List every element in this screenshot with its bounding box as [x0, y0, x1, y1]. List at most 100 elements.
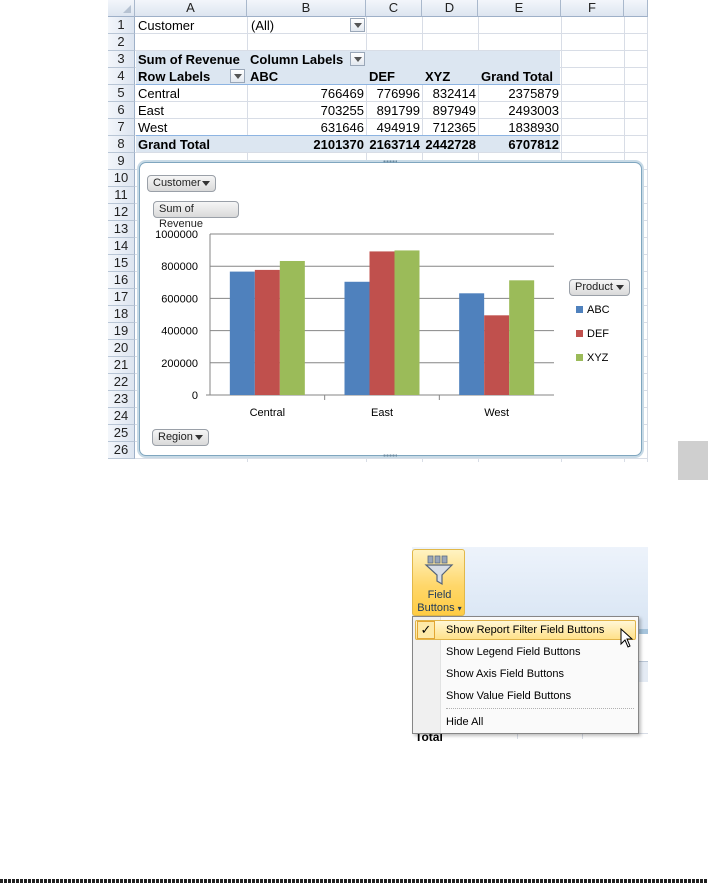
- legend-label: DEF: [587, 328, 609, 340]
- column-header-c[interactable]: C: [366, 0, 422, 17]
- table-cell: 897949: [432, 103, 476, 118]
- legend-item-abc: ABC: [576, 304, 610, 317]
- table-cell: 2375879: [508, 86, 559, 101]
- row-header[interactable]: 5: [108, 85, 135, 102]
- row-labels-header: Row Labels: [138, 69, 211, 84]
- menu-item-show-axis[interactable]: Show Axis Field Buttons: [446, 667, 564, 681]
- bar: [369, 251, 395, 395]
- row-header[interactable]: 21: [108, 357, 135, 374]
- row-header[interactable]: 1: [108, 17, 135, 34]
- menu-item-show-value[interactable]: Show Value Field Buttons: [446, 689, 571, 703]
- table-cell: 703255: [320, 103, 364, 118]
- row-header[interactable]: 7: [108, 119, 135, 136]
- field-buttons-label-line2: Buttons ▾: [413, 602, 466, 615]
- legend-swatch: [576, 354, 583, 361]
- menu-item-show-legend[interactable]: Show Legend Field Buttons: [446, 645, 581, 659]
- report-filter-value: (All): [251, 18, 275, 33]
- row-header[interactable]: 2: [108, 34, 135, 51]
- bar: [254, 269, 280, 395]
- row-header[interactable]: 15: [108, 255, 135, 272]
- row-header[interactable]: 16: [108, 272, 135, 289]
- report-filter-label: Customer: [138, 18, 195, 33]
- x-tick-label: Central: [250, 407, 285, 419]
- row-header[interactable]: 20: [108, 340, 135, 357]
- table-cell: 2493003: [508, 103, 559, 118]
- row-header[interactable]: 22: [108, 374, 135, 391]
- legend-swatch: [576, 306, 583, 313]
- bar: [484, 315, 510, 395]
- row-header[interactable]: 26: [108, 442, 135, 459]
- row-header[interactable]: 14: [108, 238, 135, 255]
- row-header[interactable]: 18: [108, 306, 135, 323]
- row-header[interactable]: 23: [108, 391, 135, 408]
- row-label-central: Central: [138, 86, 180, 101]
- table-cell: 891799: [376, 103, 420, 118]
- bar: [279, 260, 305, 395]
- bar: [459, 293, 485, 395]
- col-head-grand-total: Grand Total: [481, 69, 553, 84]
- row-header[interactable]: 10: [108, 170, 135, 187]
- table-cell: 766469: [320, 86, 364, 101]
- col-head-abc: ABC: [250, 69, 279, 84]
- table-cell: 2163714: [369, 137, 420, 152]
- row-header[interactable]: 13: [108, 221, 135, 238]
- row-label-west: West: [138, 120, 168, 135]
- pivot-chart[interactable]: Customer Sum of Revenue Product Region 0…: [139, 160, 642, 457]
- column-labels-dropdown[interactable]: [350, 52, 365, 66]
- row-header[interactable]: 24: [108, 408, 135, 425]
- field-buttons-button[interactable]: Field Buttons ▾: [412, 549, 465, 616]
- select-all-corner[interactable]: [108, 0, 135, 17]
- row-label-east: East: [138, 103, 165, 118]
- table-cell: 6707812: [508, 137, 559, 152]
- column-header-f[interactable]: F: [561, 0, 624, 17]
- side-tab: [678, 441, 708, 480]
- table-cell: 776996: [376, 86, 420, 101]
- bar: [509, 280, 535, 395]
- legend-item-def: DEF: [576, 328, 609, 341]
- y-tick-label: 400000: [161, 326, 198, 338]
- row-header[interactable]: 11: [108, 187, 135, 204]
- column-header-g[interactable]: [624, 0, 648, 17]
- row-header[interactable]: 9: [108, 153, 135, 170]
- chevron-down-icon: ▾: [457, 604, 462, 613]
- legend-label: ABC: [587, 304, 610, 316]
- pivot-table-sheet: A B C D E F 1 2 3 4 5 6 7 8 9 10 11 12 13 14 15 16 17 18 1…: [0, 0, 708, 462]
- table-cell: 2101370: [313, 137, 364, 152]
- legend-swatch: [576, 330, 583, 337]
- x-tick-label: West: [484, 407, 509, 419]
- column-header-a[interactable]: A: [135, 0, 247, 17]
- row-labels-dropdown[interactable]: [230, 69, 245, 83]
- table-cell: 2442728: [425, 137, 476, 152]
- row-header[interactable]: 25: [108, 425, 135, 442]
- table-cell: 1838930: [508, 120, 559, 135]
- page-bottom-rule: [0, 879, 708, 883]
- y-tick-label: 0: [192, 390, 198, 402]
- table-cell: 832414: [432, 86, 476, 101]
- menu-item-hide-all[interactable]: Hide All: [446, 715, 483, 729]
- mouse-cursor-icon: [620, 628, 634, 648]
- table-cell: 494919: [376, 120, 420, 135]
- row-header[interactable]: 4: [108, 68, 135, 85]
- grand-total-label: Grand Total: [138, 137, 210, 152]
- menu-item-show-report-filter[interactable]: Show Report Filter Field Buttons: [446, 623, 604, 637]
- row-header[interactable]: 6: [108, 102, 135, 119]
- checkmark-icon: ✓: [417, 621, 435, 639]
- field-buttons-label-line2-text: Buttons: [417, 602, 455, 614]
- table-cell: 631646: [320, 120, 364, 135]
- col-head-xyz: XYZ: [425, 69, 451, 84]
- bar: [229, 271, 255, 395]
- column-header-b[interactable]: B: [247, 0, 366, 17]
- row-header[interactable]: 3: [108, 51, 135, 68]
- column-header-d[interactable]: D: [422, 0, 478, 17]
- x-tick-label: East: [371, 407, 393, 419]
- row-header[interactable]: 12: [108, 204, 135, 221]
- row-header[interactable]: 19: [108, 323, 135, 340]
- column-header-e[interactable]: E: [478, 0, 561, 17]
- values-label: Sum of Revenue: [138, 52, 240, 67]
- field-buttons-label-line1: Field: [427, 589, 452, 601]
- row-header[interactable]: 17: [108, 289, 135, 306]
- report-filter-dropdown[interactable]: [350, 18, 365, 32]
- y-tick-label: 800000: [161, 261, 198, 273]
- row-header[interactable]: 8: [108, 136, 135, 153]
- column-labels-header: Column Labels: [250, 52, 344, 67]
